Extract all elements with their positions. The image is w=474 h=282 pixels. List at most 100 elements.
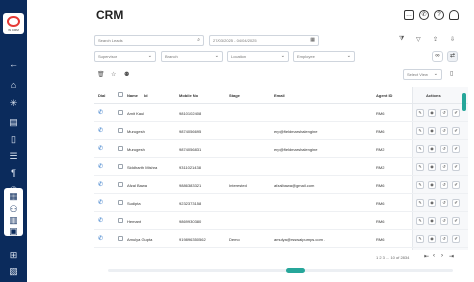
row-checkbox[interactable] xyxy=(118,236,123,241)
note-icon[interactable]: ✐ xyxy=(452,163,460,171)
contact-card-icon[interactable]: ▣ xyxy=(8,226,19,237)
location-select[interactable]: Location ⌄ xyxy=(227,51,289,62)
notification-bell-icon[interactable] xyxy=(449,10,459,20)
history-icon[interactable]: ↺ xyxy=(440,199,448,207)
edit-icon[interactable]: ✎ xyxy=(416,163,424,171)
row-checkbox[interactable] xyxy=(118,200,123,205)
view-icon[interactable]: ◉ xyxy=(428,235,436,243)
table-row[interactable]: ✆ Amit Kaul 9810102408 RM6 ✎ ◉ ↺ ✐ xyxy=(94,104,468,122)
list-icon[interactable]: ☰ xyxy=(8,151,19,162)
lead-name[interactable]: Siddharth Mishra xyxy=(127,165,157,170)
row-checkbox[interactable] xyxy=(118,164,123,169)
prev-page-button[interactable]: ‹ xyxy=(433,253,435,259)
row-checkbox[interactable] xyxy=(118,110,123,115)
phone-icon[interactable]: ✆ xyxy=(419,10,429,20)
note-icon[interactable]: ✐ xyxy=(452,127,460,135)
dial-phone-icon[interactable]: ✆ xyxy=(98,217,103,224)
filter-icon[interactable]: ▽ xyxy=(416,36,421,43)
lead-name[interactable]: Murugesh xyxy=(127,129,145,134)
network-icon[interactable]: ✳ xyxy=(8,98,19,109)
stethoscope-icon[interactable]: ¶ xyxy=(8,168,19,179)
dial-phone-icon[interactable]: ✆ xyxy=(98,127,103,134)
lead-name[interactable]: Amit Kaul xyxy=(127,111,144,116)
download-icon[interactable]: ⇩ xyxy=(450,36,455,43)
search-input[interactable]: Search Leads ⌕ xyxy=(94,35,204,46)
funnel-settings-icon[interactable]: ⧩ xyxy=(399,36,404,43)
edit-icon[interactable]: ✎ xyxy=(416,235,424,243)
lead-name[interactable]: Sudipta xyxy=(127,201,141,206)
history-icon[interactable]: ↺ xyxy=(440,235,448,243)
table-row[interactable]: ✆ Afzal Bawa 9886383321 Interested afzalbawa… xyxy=(94,176,468,194)
edit-icon[interactable]: ✎ xyxy=(416,217,424,225)
upload-icon[interactable]: ⇪ xyxy=(433,36,438,43)
view-icon[interactable]: ◉ xyxy=(428,127,436,135)
horizontal-scroll-track[interactable] xyxy=(108,269,453,272)
dial-phone-icon[interactable]: ✆ xyxy=(98,199,103,206)
library-icon[interactable]: ▥ xyxy=(8,215,19,226)
row-checkbox[interactable] xyxy=(118,128,123,133)
supervisor-select[interactable]: Supervisor ⌄ xyxy=(94,51,156,62)
view-icon[interactable]: ◉ xyxy=(428,217,436,225)
home-icon[interactable]: ⌂ xyxy=(8,80,19,91)
table-row[interactable]: ✆ Murugesh 9874056695 erp@fieldmarshalengin… xyxy=(94,122,468,140)
row-checkbox[interactable] xyxy=(118,218,123,223)
link-button[interactable]: ∞ xyxy=(432,51,443,62)
branch-select[interactable]: Branch ⌄ xyxy=(161,51,223,62)
team-icon[interactable]: ⚇ xyxy=(8,204,19,215)
first-page-button[interactable]: ⇤ xyxy=(424,253,429,260)
view-icon[interactable]: ◉ xyxy=(428,181,436,189)
table-row[interactable]: ✆ Hemant 9869930380 RM6 ✎ ◉ ↺ ✐ xyxy=(94,212,468,230)
note-icon[interactable]: ✐ xyxy=(452,145,460,153)
history-icon[interactable]: ↺ xyxy=(440,217,448,225)
layers-icon[interactable]: ▤ xyxy=(8,117,19,128)
history-icon[interactable]: ↺ xyxy=(440,181,448,189)
dial-phone-icon[interactable]: ✆ xyxy=(98,181,103,188)
bookmark-icon[interactable]: ▯ xyxy=(450,70,453,77)
history-icon[interactable]: ↺ xyxy=(440,127,448,135)
next-page-button[interactable]: › xyxy=(441,253,443,259)
back-arrow-icon[interactable]: ← xyxy=(8,59,19,70)
table-row[interactable]: ✆ Amulya Gupta 919896350562 Demo amulya@rssw… xyxy=(94,230,468,248)
table-row[interactable]: ✆ Murugesh 9874056831 erp@fieldmarshalengin… xyxy=(94,140,468,158)
select-view-dropdown[interactable]: Select View ⌄ xyxy=(403,69,442,80)
view-icon[interactable]: ◉ xyxy=(428,199,436,207)
note-icon[interactable]: ✐ xyxy=(452,217,460,225)
lead-name[interactable]: Hemant xyxy=(127,219,141,224)
table-row[interactable]: ✆ Siddharth Mishra 9311021438 RM2 ✎ ◉ ↺ ✐ xyxy=(94,158,468,176)
reports-icon[interactable]: ▧ xyxy=(8,266,19,277)
lead-name[interactable]: Amulya Gupta xyxy=(127,237,152,242)
note-icon[interactable]: ✐ xyxy=(452,235,460,243)
dial-phone-icon[interactable]: ✆ xyxy=(98,109,103,116)
edit-icon[interactable]: ✎ xyxy=(416,127,424,135)
bulk-action-button[interactable]: ⇄ xyxy=(447,51,458,62)
app-logo[interactable]: W CRM xyxy=(3,13,24,34)
table-row[interactable]: ✆ Sudipta 9232373158 RM6 ✎ ◉ ↺ ✐ xyxy=(94,194,468,212)
chat-icon[interactable]: … xyxy=(404,10,414,20)
note-icon[interactable]: ✐ xyxy=(452,181,460,189)
horizontal-scrollbar[interactable] xyxy=(286,268,305,273)
row-checkbox[interactable] xyxy=(118,182,123,187)
note-icon[interactable]: ✐ xyxy=(452,109,460,117)
edit-icon[interactable]: ✎ xyxy=(416,109,424,117)
document-icon[interactable]: ▯ xyxy=(8,134,19,145)
date-range-input[interactable]: 27/03/2025 - 04/04/2025 ▦ xyxy=(209,35,319,46)
edit-icon[interactable]: ✎ xyxy=(416,199,424,207)
help-icon[interactable]: ? xyxy=(434,10,444,20)
lead-name[interactable]: Afzal Bawa xyxy=(127,183,147,188)
employee-select[interactable]: Employee ⌄ xyxy=(293,51,355,62)
view-icon[interactable]: ◉ xyxy=(428,163,436,171)
view-icon[interactable]: ◉ xyxy=(428,109,436,117)
delete-icon[interactable]: 🗑 xyxy=(97,71,105,78)
dial-phone-icon[interactable]: ✆ xyxy=(98,163,103,170)
select-all-checkbox[interactable] xyxy=(118,92,123,97)
dial-phone-icon[interactable]: ✆ xyxy=(98,145,103,152)
users-icon[interactable]: ⚉ xyxy=(124,71,129,78)
lead-name[interactable]: Murugesh xyxy=(127,147,145,152)
edit-icon[interactable]: ✎ xyxy=(416,181,424,189)
dial-phone-icon[interactable]: ✆ xyxy=(98,235,103,242)
note-icon[interactable]: ✐ xyxy=(452,199,460,207)
last-page-button[interactable]: ⇥ xyxy=(449,253,454,260)
view-icon[interactable]: ◉ xyxy=(428,145,436,153)
history-icon[interactable]: ↺ xyxy=(440,163,448,171)
crm-apps-icon[interactable]: ▦ xyxy=(8,191,19,202)
